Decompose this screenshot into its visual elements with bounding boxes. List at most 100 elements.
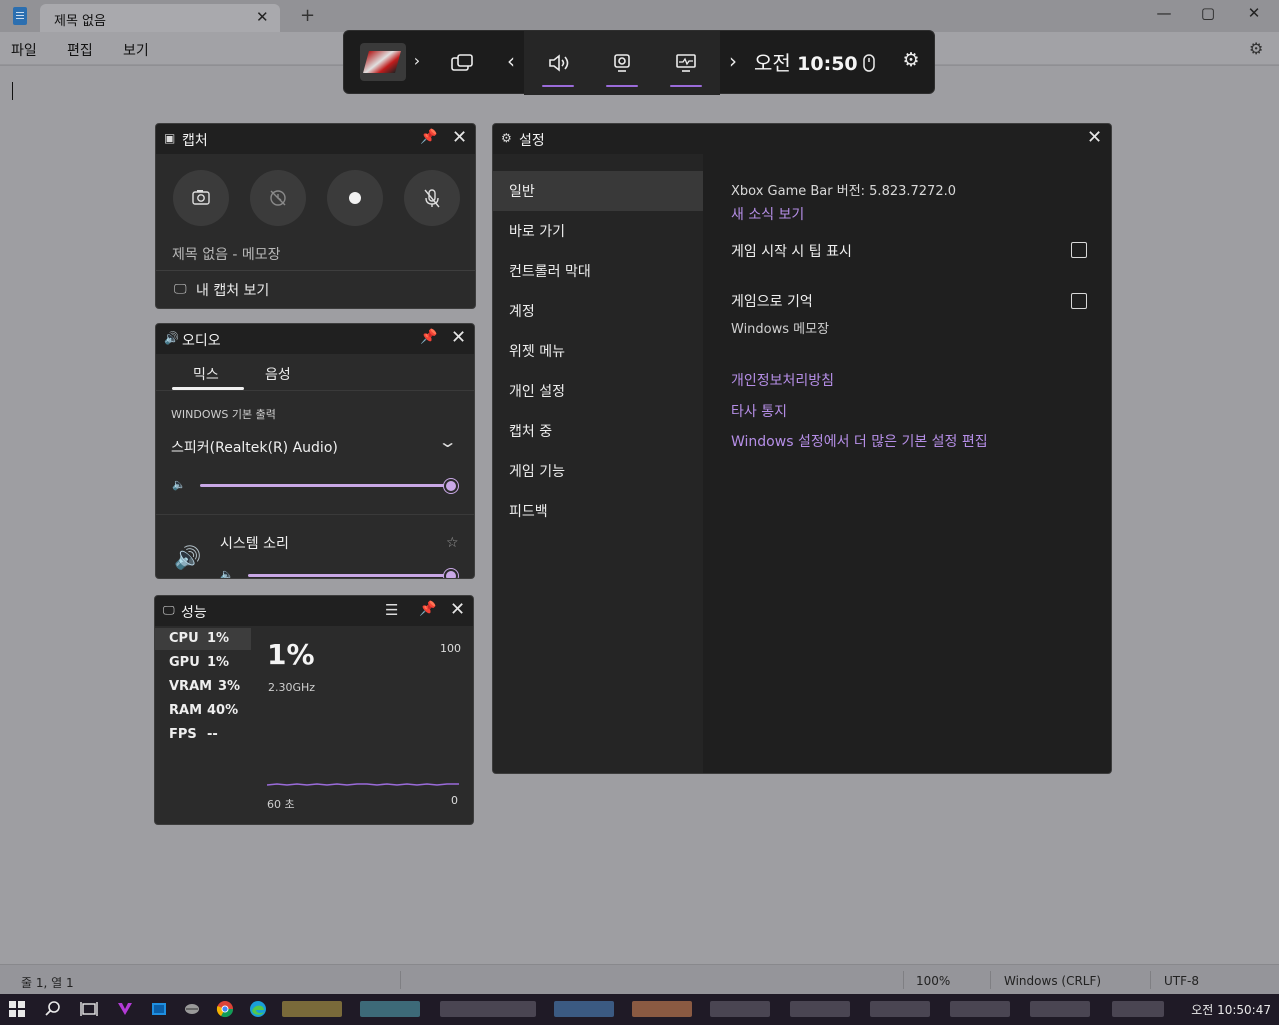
- menu-edit[interactable]: 편집: [67, 40, 93, 60]
- metric-row-ram[interactable]: RAM 40%: [155, 700, 251, 722]
- settings-nav-account[interactable]: 계정: [493, 291, 703, 331]
- app-icon[interactable]: [150, 1000, 168, 1018]
- chevron-left-icon[interactable]: ‹: [494, 49, 528, 73]
- taskbar-app-button[interactable]: [950, 1001, 1010, 1017]
- tab-close-icon[interactable]: ✕: [256, 8, 269, 26]
- third-party-notices-link[interactable]: 타사 통지: [731, 401, 787, 421]
- system-volume-track[interactable]: [248, 574, 450, 577]
- taskbar-app-button[interactable]: [360, 1001, 420, 1017]
- system-sounds-label: 시스템 소리: [220, 536, 289, 552]
- metric-row-gpu[interactable]: GPU 1%: [155, 652, 251, 674]
- performance-icon[interactable]: [670, 51, 702, 75]
- close-window-button[interactable]: ✕: [1239, 4, 1269, 22]
- output-device-select[interactable]: 스피커(Realtek(R) Audio): [171, 437, 338, 457]
- taskbar-app-button[interactable]: [790, 1001, 850, 1017]
- start-recording-button[interactable]: [327, 170, 383, 226]
- menu-file[interactable]: 파일: [11, 40, 37, 60]
- taskbar-app-button[interactable]: [710, 1001, 770, 1017]
- tab-voice[interactable]: 음성: [265, 364, 291, 384]
- close-icon[interactable]: ✕: [1087, 127, 1102, 148]
- widget-menu-icon[interactable]: [447, 51, 479, 75]
- edge-icon[interactable]: [249, 1000, 267, 1018]
- performance-header[interactable]: 🖵 성능 ☰ 📌 ✕: [155, 596, 473, 626]
- metric-name: FPS: [169, 727, 197, 742]
- pin-icon[interactable]: 📌: [420, 129, 437, 145]
- new-tab-button[interactable]: +: [300, 5, 315, 26]
- graph-max-label: 100: [440, 642, 461, 655]
- system-volume-knob[interactable]: [444, 569, 458, 578]
- search-icon[interactable]: [44, 1000, 62, 1018]
- taskbar-clock[interactable]: 오전 10:50:47: [1191, 1001, 1271, 1018]
- close-icon[interactable]: ✕: [450, 599, 465, 620]
- speaker-icon[interactable]: 🔈: [172, 478, 186, 491]
- minimize-button[interactable]: —: [1149, 4, 1179, 22]
- options-icon[interactable]: ☰: [385, 601, 398, 619]
- taskbar-app-button[interactable]: [1112, 1001, 1164, 1017]
- settings-nav-widget-menu[interactable]: 위젯 메뉴: [493, 331, 703, 371]
- gear-icon: ⚙: [501, 131, 512, 145]
- maximize-button[interactable]: ▢: [1193, 4, 1223, 22]
- gear-icon[interactable]: ⚙: [894, 49, 928, 71]
- privacy-link[interactable]: 개인정보처리방침: [731, 370, 834, 390]
- metric-row-cpu[interactable]: CPU 1%: [155, 628, 251, 650]
- taskbar-app-button[interactable]: [282, 1001, 342, 1017]
- settings-nav-feedback[interactable]: 피드백: [493, 491, 703, 531]
- settings-header[interactable]: ⚙ 설정 ✕: [493, 124, 1111, 154]
- settings-nav-controller-bar[interactable]: 컨트롤러 막대: [493, 251, 703, 291]
- record-last-30s-button[interactable]: [250, 170, 306, 226]
- settings-nav-gaming-features[interactable]: 게임 기능: [493, 451, 703, 491]
- windows-settings-link[interactable]: Windows 설정에서 더 많은 기본 설정 편집: [731, 431, 988, 451]
- speaker-icon[interactable]: 🔈: [220, 568, 234, 578]
- gear-icon[interactable]: ⚙: [1249, 39, 1263, 58]
- tab-mix[interactable]: 믹스: [193, 364, 219, 384]
- taskbar-app-button[interactable]: [870, 1001, 930, 1017]
- status-zoom[interactable]: 100%: [916, 974, 950, 988]
- version-label: Xbox Game Bar 버전: 5.823.7272.0: [731, 184, 957, 199]
- gamebar-clock-time: 10:50: [797, 53, 858, 75]
- mouse-icon[interactable]: [852, 51, 886, 75]
- chevron-down-icon[interactable]: ⌄: [438, 432, 458, 451]
- whats-new-link[interactable]: 새 소식 보기: [731, 204, 804, 224]
- settings-nav-shortcuts[interactable]: 바로 가기: [493, 211, 703, 251]
- capture-icon[interactable]: [606, 51, 638, 75]
- remember-game-checkbox[interactable]: [1071, 293, 1087, 309]
- status-encoding[interactable]: UTF-8: [1164, 974, 1199, 988]
- mic-toggle-button[interactable]: [404, 170, 460, 226]
- menu-view[interactable]: 보기: [123, 40, 149, 60]
- taskbar-app-button[interactable]: [632, 1001, 692, 1017]
- close-icon[interactable]: ✕: [451, 327, 466, 348]
- taskbar-app-button[interactable]: [1030, 1001, 1090, 1017]
- status-divider: [1150, 971, 1151, 989]
- task-view-icon[interactable]: [80, 1000, 98, 1018]
- settings-nav-capturing[interactable]: 캡처 중: [493, 411, 703, 451]
- view-captures-link[interactable]: 내 캡처 보기: [196, 280, 269, 300]
- metric-row-fps[interactable]: FPS --: [155, 724, 251, 746]
- nav-label: 게임 기능: [509, 464, 565, 480]
- metric-row-vram[interactable]: VRAM 3%: [155, 676, 251, 698]
- windows-start-icon[interactable]: [8, 1000, 26, 1018]
- close-icon[interactable]: ✕: [452, 127, 467, 148]
- settings-nav-general[interactable]: 일반: [493, 171, 703, 211]
- taskbar-app-button[interactable]: [554, 1001, 614, 1017]
- audio-header[interactable]: 🔊 오디오 📌 ✕: [156, 324, 474, 354]
- show-tips-checkbox[interactable]: [1071, 242, 1087, 258]
- chevron-right-icon[interactable]: ›: [716, 49, 750, 73]
- chrome-icon[interactable]: [216, 1000, 234, 1018]
- chevron-right-icon[interactable]: ›: [400, 51, 434, 70]
- pin-icon[interactable]: 📌: [420, 329, 437, 345]
- audio-title: 오디오: [182, 333, 221, 349]
- status-line-ending[interactable]: Windows (CRLF): [1004, 974, 1101, 988]
- app-icon[interactable]: [183, 1000, 201, 1018]
- record-dot-icon: [349, 192, 361, 204]
- audio-icon[interactable]: [542, 51, 576, 75]
- notepad-tab[interactable]: 제목 없음 ✕: [40, 4, 280, 32]
- settings-nav-personalization[interactable]: 개인 설정: [493, 371, 703, 411]
- screenshot-button[interactable]: [173, 170, 229, 226]
- master-volume-track[interactable]: [200, 484, 450, 487]
- app-icon[interactable]: [116, 1000, 134, 1018]
- taskbar-app-button[interactable]: [476, 1001, 536, 1017]
- capture-header[interactable]: ▣ 캡처 📌 ✕: [156, 124, 475, 154]
- master-volume-knob[interactable]: [444, 479, 458, 493]
- pin-icon[interactable]: 📌: [419, 601, 436, 617]
- star-icon[interactable]: ☆: [446, 535, 459, 551]
